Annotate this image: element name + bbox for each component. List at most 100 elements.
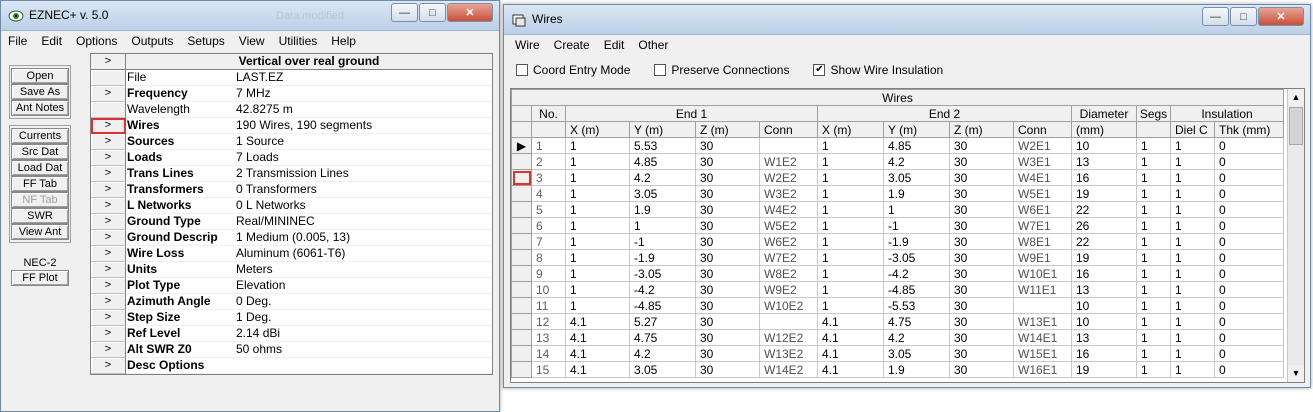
wire-cell[interactable]: 1	[1170, 329, 1215, 346]
wire-cell[interactable]: 8	[531, 249, 566, 266]
wire-cell[interactable]: 14	[531, 345, 566, 362]
wires-menu-create[interactable]: Create	[547, 38, 597, 52]
wire-cell[interactable]: W14E2	[759, 361, 818, 378]
wire-cell[interactable]: 0	[1214, 217, 1284, 234]
wire-cell[interactable]: 3	[531, 169, 566, 186]
wire-cell[interactable]: 1	[565, 297, 630, 314]
wire-cell[interactable]: 1	[817, 185, 884, 202]
wire-cell[interactable]: 0	[1214, 169, 1284, 186]
row-selector[interactable]	[511, 329, 532, 346]
show-wire-insulation-option[interactable]: ✔ Show Wire Insulation	[813, 63, 943, 77]
wires-expand-button[interactable]: >	[91, 118, 126, 134]
row-selector[interactable]	[511, 233, 532, 250]
wire-cell[interactable]: 1	[531, 137, 566, 154]
wire-cell[interactable]: W10E2	[759, 297, 818, 314]
preserve-connections-option[interactable]: Preserve Connections	[654, 63, 789, 77]
wire-cell[interactable]: 30	[949, 361, 1014, 378]
wire-cell[interactable]: 1	[817, 137, 884, 154]
wire-cell[interactable]: 1	[817, 281, 884, 298]
wire-cell[interactable]: 1	[1136, 169, 1171, 186]
wire-cell[interactable]: 1	[1170, 345, 1215, 362]
wire-cell[interactable]: 1	[565, 153, 630, 170]
wire-cell[interactable]: 30	[949, 345, 1014, 362]
step-size-expand-button[interactable]: >	[91, 310, 126, 326]
wire-cell[interactable]: 30	[695, 281, 760, 298]
wire-cell[interactable]: 0	[1214, 185, 1284, 202]
wire-cell[interactable]: 30	[695, 249, 760, 266]
currents-button[interactable]: Currents	[11, 128, 69, 144]
wire-cell[interactable]: -5.53	[883, 297, 950, 314]
wire-cell[interactable]: 1	[1170, 249, 1215, 266]
table-row[interactable]: 14 4.1 4.2 30 W13E2 4.1 3.05 30 W15E1 16 1 1 0	[511, 345, 1284, 362]
wire-cell[interactable]: 0	[1214, 361, 1284, 378]
table-row[interactable]: 5 1 1.9 30 W4E2 1 1 30 W6E1 22 1 1 0	[511, 201, 1284, 218]
wire-cell[interactable]: 7	[531, 233, 566, 250]
wire-cell[interactable]: 13	[531, 329, 566, 346]
view-ant-button[interactable]: View Ant	[11, 224, 69, 240]
row-selector[interactable]	[511, 249, 532, 266]
wire-cell[interactable]: 30	[695, 233, 760, 250]
wire-cell[interactable]: 1	[1136, 185, 1171, 202]
wire-cell[interactable]: 19	[1071, 185, 1137, 202]
wire-cell[interactable]: W3E1	[1013, 153, 1072, 170]
wire-cell[interactable]: 4.1	[817, 313, 884, 330]
units-expand-button[interactable]: >	[91, 262, 126, 278]
wire-cell[interactable]: 13	[1071, 153, 1137, 170]
wire-cell[interactable]: 1	[1170, 153, 1215, 170]
ant-notes-button[interactable]: Ant Notes	[11, 100, 69, 116]
wire-cell[interactable]: W7E2	[759, 249, 818, 266]
close-button[interactable]: ✕	[447, 3, 493, 22]
wire-cell[interactable]: 30	[949, 185, 1014, 202]
wire-cell[interactable]: 1	[1170, 201, 1215, 218]
sources-expand-button[interactable]: >	[91, 134, 126, 150]
wire-cell[interactable]: 30	[695, 185, 760, 202]
wire-cell[interactable]: 1	[1170, 313, 1215, 330]
wire-cell[interactable]: -3.05	[883, 249, 950, 266]
wire-cell[interactable]: 1	[817, 265, 884, 282]
swr-button[interactable]: SWR	[11, 208, 69, 224]
wire-cell[interactable]	[1013, 297, 1072, 314]
row-selector[interactable]	[511, 313, 532, 330]
wire-cell[interactable]: 4.2	[629, 345, 696, 362]
wire-cell[interactable]: 1	[883, 201, 950, 218]
wire-cell[interactable]: 19	[1071, 249, 1137, 266]
wire-cell[interactable]: 1	[817, 153, 884, 170]
frequency-expand-button[interactable]: >	[91, 86, 126, 102]
wire-cell[interactable]: W8E2	[759, 265, 818, 282]
wire-cell[interactable]: 10	[1071, 313, 1137, 330]
wire-cell[interactable]: 1.9	[883, 361, 950, 378]
wire-cell[interactable]: W13E2	[759, 345, 818, 362]
wire-cell[interactable]: 1	[1136, 265, 1171, 282]
wire-cell[interactable]: 1	[1136, 281, 1171, 298]
wire-cell[interactable]: W4E1	[1013, 169, 1072, 186]
wire-cell[interactable]: 30	[695, 201, 760, 218]
table-row[interactable]: 3 1 4.2 30 W2E2 1 3.05 30 W4E1 16 1 1 0	[511, 169, 1284, 186]
minimize-button[interactable]: —	[391, 3, 418, 22]
row-selector[interactable]	[511, 345, 532, 362]
maximize-button[interactable]: □	[419, 3, 446, 22]
wire-cell[interactable]: 0	[1214, 265, 1284, 282]
wire-cell[interactable]: 0	[1214, 313, 1284, 330]
wire-cell[interactable]: 30	[949, 217, 1014, 234]
loads-expand-button[interactable]: >	[91, 150, 126, 166]
wire-cell[interactable]: 13	[1071, 329, 1137, 346]
load-dat-button[interactable]: Load Dat	[11, 160, 69, 176]
wire-cell[interactable]: 1	[1136, 297, 1171, 314]
wire-cell[interactable]: 1	[817, 217, 884, 234]
wire-cell[interactable]: 1	[1170, 297, 1215, 314]
wire-cell[interactable]: 0	[1214, 297, 1284, 314]
src-dat-button[interactable]: Src Dat	[11, 144, 69, 160]
wire-cell[interactable]: 1	[1136, 217, 1171, 234]
wire-cell[interactable]: 4.2	[629, 169, 696, 186]
wire-cell[interactable]: 0	[1214, 345, 1284, 362]
eznec-titlebar[interactable]: EZNEC+ v. 5.0 Data modified — □ ✕	[1, 1, 499, 31]
wire-cell[interactable]: W4E2	[759, 201, 818, 218]
menu-outputs[interactable]: Outputs	[124, 34, 180, 48]
wire-cell[interactable]: 5	[531, 201, 566, 218]
row-selector[interactable]	[511, 361, 532, 378]
wire-cell[interactable]: 1	[565, 249, 630, 266]
wire-cell[interactable]: 3.05	[883, 169, 950, 186]
wire-cell[interactable]: 4.1	[565, 329, 630, 346]
wire-cell[interactable]: 4.75	[629, 329, 696, 346]
wire-cell[interactable]: 30	[949, 153, 1014, 170]
